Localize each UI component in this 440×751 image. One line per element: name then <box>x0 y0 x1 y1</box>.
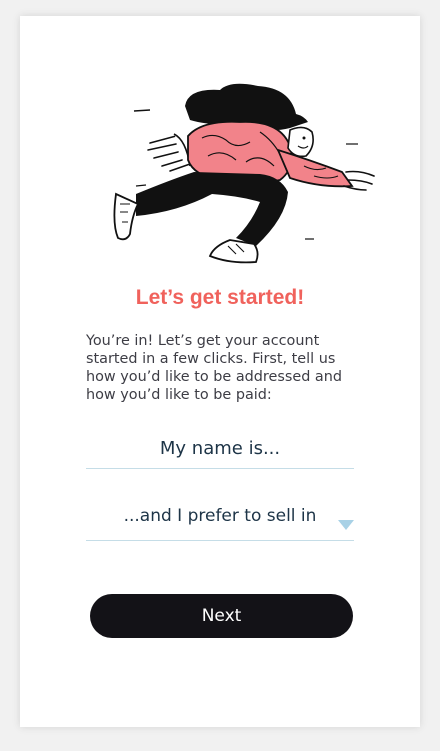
onboarding-screen: Let’s get started! You’re in! Let’s get … <box>20 16 420 727</box>
chevron-down-icon[interactable] <box>338 520 354 530</box>
page-title: Let’s get started! <box>135 286 305 309</box>
name-input[interactable] <box>86 429 354 469</box>
next-button[interactable]: Next <box>90 594 353 638</box>
running-person-illustration <box>113 83 375 264</box>
currency-select[interactable]: ...and I prefer to sell in <box>86 500 354 541</box>
intro-text: You’re in! Let’s get your account starte… <box>86 333 342 403</box>
currency-select-label: ...and I prefer to sell in <box>123 506 317 526</box>
